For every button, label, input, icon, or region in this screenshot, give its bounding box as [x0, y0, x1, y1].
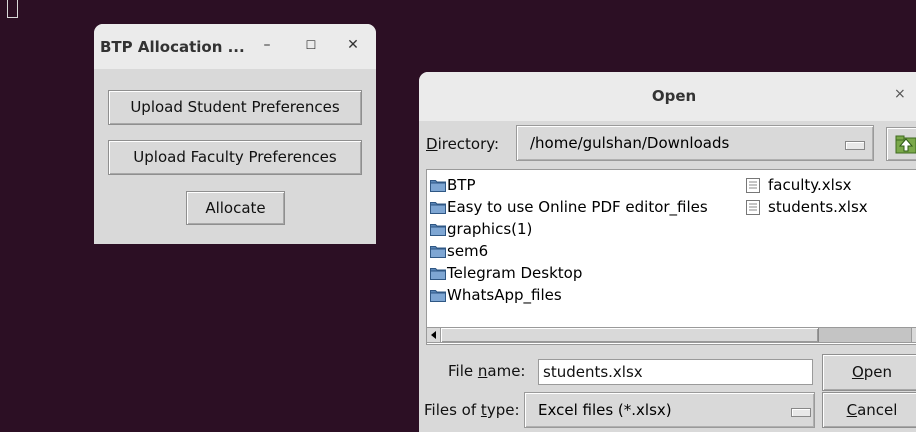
- files-of-type-dropdown-icon[interactable]: [791, 408, 811, 417]
- folder-icon: [430, 246, 446, 258]
- files-of-type-label: Files of type:: [424, 401, 520, 419]
- directory-combobox[interactable]: /home/gulshan/Downloads: [516, 125, 874, 161]
- scroll-right-icon[interactable]: [911, 328, 916, 342]
- dialog-close-icon[interactable]: ×: [894, 86, 906, 102]
- open-file-dialog: Open × Directory: /home/gulshan/Download…: [419, 72, 916, 432]
- allocate-button[interactable]: Allocate: [186, 191, 285, 225]
- file-icon: [746, 200, 760, 215]
- files-of-type-combobox[interactable]: Excel files (*.xlsx): [524, 392, 815, 428]
- files-of-type-value: Excel files (*.xlsx): [538, 401, 672, 419]
- directory-label: Directory:: [426, 135, 500, 153]
- dialog-title: Open: [651, 87, 697, 105]
- file-name-input[interactable]: [538, 359, 813, 385]
- directory-value: /home/gulshan/Downloads: [530, 134, 730, 152]
- folder-icon: [430, 202, 446, 214]
- minimize-icon[interactable]: –: [257, 35, 277, 55]
- folder-icon: [430, 290, 446, 302]
- file-name-label: File name:: [448, 362, 526, 380]
- file-icon: [746, 178, 760, 193]
- open-button[interactable]: Open: [822, 354, 916, 391]
- text-cursor-box: [7, 0, 18, 18]
- close-icon[interactable]: ✕: [343, 35, 363, 55]
- app-titlebar[interactable]: BTP Allocation ... – ☐ ✕: [94, 24, 376, 69]
- folder-icon: [430, 180, 446, 192]
- cancel-button[interactable]: Cancel: [822, 392, 916, 428]
- folder-icon: [430, 224, 446, 236]
- scroll-left-icon[interactable]: [427, 328, 441, 342]
- scrollbar-thumb[interactable]: [441, 328, 819, 342]
- parent-directory-button[interactable]: [886, 127, 916, 161]
- app-window: BTP Allocation ... – ☐ ✕ Upload Student …: [94, 24, 376, 244]
- dialog-titlebar[interactable]: Open ×: [419, 72, 916, 121]
- maximize-icon[interactable]: ☐: [301, 35, 321, 55]
- upload-faculty-preferences-button[interactable]: Upload Faculty Preferences: [108, 140, 362, 175]
- app-window-title: BTP Allocation ...: [100, 38, 245, 56]
- folder-up-icon: [895, 135, 916, 154]
- horizontal-scrollbar[interactable]: [426, 327, 916, 343]
- upload-student-preferences-button[interactable]: Upload Student Preferences: [108, 90, 362, 125]
- folder-icon: [430, 268, 446, 280]
- directory-dropdown-icon[interactable]: [845, 141, 865, 150]
- file-list[interactable]: BTP Easy to use Online PDF editor_files …: [426, 169, 916, 345]
